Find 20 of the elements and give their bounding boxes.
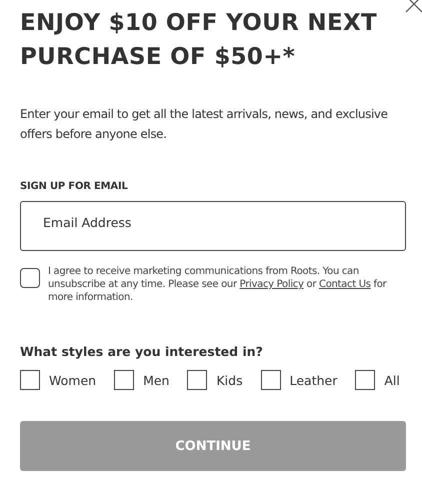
link[interactable]: Privacy Policy — [240, 279, 304, 290]
checkbox[interactable] — [114, 370, 134, 390]
checkbox[interactable] — [355, 370, 376, 390]
close-icon[interactable] — [405, 0, 422, 13]
consent-text: I agree to receive marketing communications from Roots. You can unsubscribe at any time. Please see our Privacy Policy or Contact Us for more information. — [48, 265, 388, 304]
checkbox[interactable] — [20, 268, 40, 288]
link[interactable]: Contact Us — [319, 279, 371, 290]
question-label: What styles are you interested in? — [20, 344, 264, 359]
checkbox[interactable] — [20, 370, 40, 390]
option-label: All — [384, 372, 400, 388]
field-label: SIGN UP FOR EMAIL — [20, 181, 129, 192]
option-label: Kids — [216, 372, 243, 388]
option-label: Women — [49, 372, 96, 388]
email-field[interactable]: Email Address — [20, 201, 406, 251]
headline: ENJOY $10 OFF YOUR NEXT PURCHASE OF $50+* — [20, 9, 378, 72]
option-label: Leather — [290, 372, 338, 388]
intro-text: Enter your email to get all the latest arrivals, news, and exclusive offers before anyone else. — [20, 106, 389, 143]
checkbox[interactable] — [187, 370, 208, 390]
checkbox[interactable] — [260, 370, 281, 390]
option-label: Men — [143, 372, 170, 388]
